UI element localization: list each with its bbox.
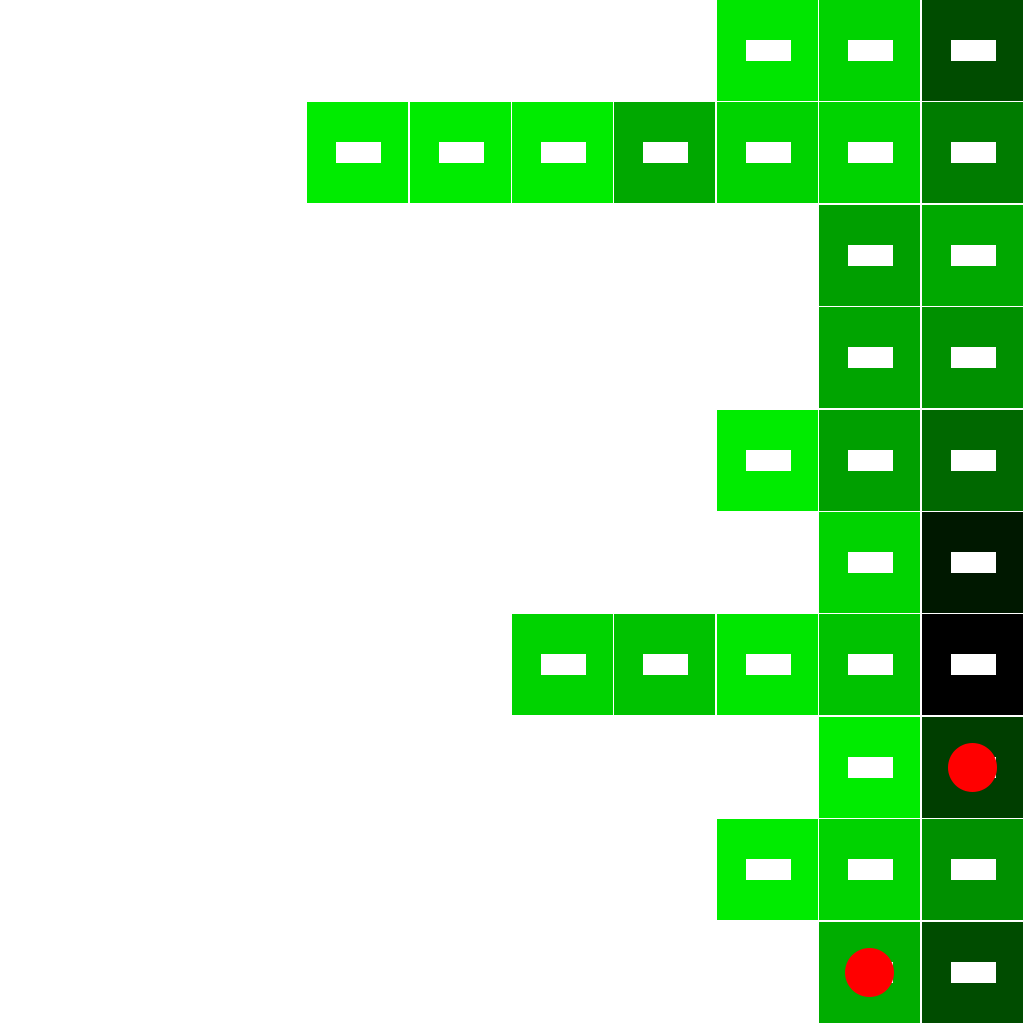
cell-slot [746,859,791,880]
board-cell[interactable] [512,102,613,203]
cell-slot [643,142,688,163]
cell-slot [643,654,688,675]
board-cell[interactable] [922,0,1023,101]
board-cell[interactable] [922,819,1023,920]
board-cell[interactable] [717,102,818,203]
red-marker-icon [845,948,894,997]
board-cell[interactable] [819,410,920,511]
board-cell[interactable] [922,307,1023,408]
board-cell[interactable] [922,922,1023,1023]
board-cell[interactable] [922,512,1023,613]
cell-slot [848,654,893,675]
board-cell[interactable] [819,512,920,613]
cell-slot [848,757,893,778]
board-cell[interactable] [614,614,715,715]
cell-slot [848,347,893,368]
cell-slot [951,962,996,983]
board-cell[interactable] [819,819,920,920]
cell-slot [848,245,893,266]
board-cell[interactable] [819,717,920,818]
board-cell[interactable] [819,205,920,306]
cell-slot [951,142,996,163]
cell-slot [951,859,996,880]
board-cell[interactable] [512,614,613,715]
board-cell[interactable] [922,102,1023,203]
board-cell[interactable] [717,410,818,511]
board-cell[interactable] [717,0,818,101]
cell-slot [336,142,381,163]
cell-slot [746,142,791,163]
cell-slot [848,859,893,880]
board-cell[interactable] [614,102,715,203]
cell-slot [848,40,893,61]
board-cell[interactable] [922,614,1023,715]
game-board [0,0,1024,1024]
cell-slot [951,245,996,266]
board-cell[interactable] [922,205,1023,306]
board-cell[interactable] [819,102,920,203]
board-cell[interactable] [307,102,408,203]
board-cell[interactable] [819,0,920,101]
cell-slot [746,450,791,471]
cell-slot [439,142,484,163]
board-cell[interactable] [717,819,818,920]
cell-slot [951,450,996,471]
cell-slot [951,654,996,675]
cell-slot [746,40,791,61]
cell-slot [951,552,996,573]
board-cell[interactable] [819,307,920,408]
board-cell[interactable] [922,410,1023,511]
board-cell[interactable] [717,614,818,715]
cell-slot [848,142,893,163]
board-cell[interactable] [922,717,1023,818]
cell-slot [848,450,893,471]
board-cell[interactable] [410,102,511,203]
cell-slot [541,654,586,675]
red-marker-icon [948,743,997,792]
cell-slot [848,552,893,573]
cell-slot [951,347,996,368]
cell-slot [541,142,586,163]
cell-slot [746,654,791,675]
board-cell[interactable] [819,922,920,1023]
board-cell[interactable] [819,614,920,715]
cell-slot [951,40,996,61]
